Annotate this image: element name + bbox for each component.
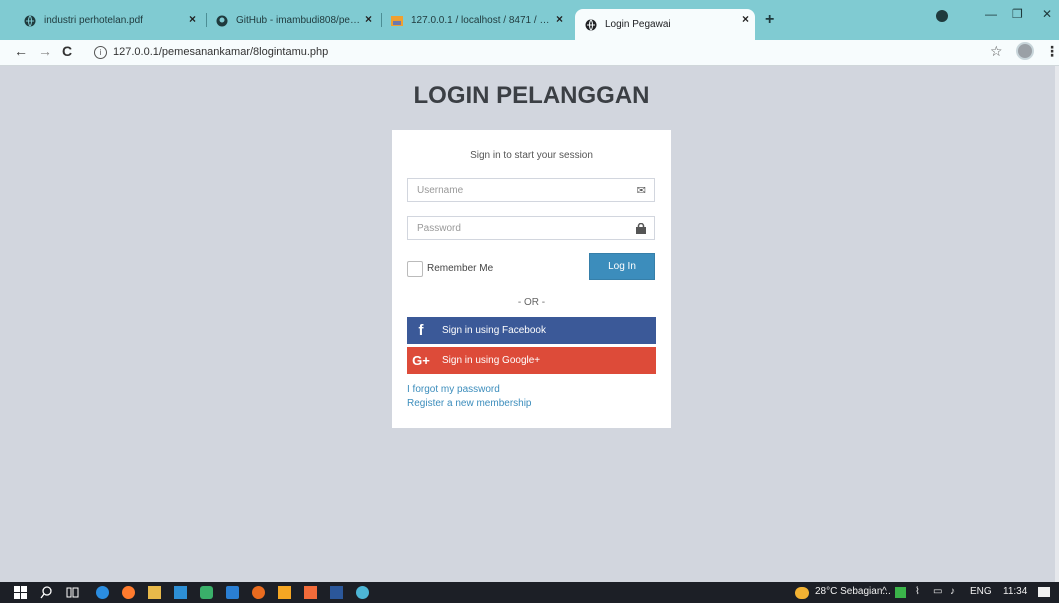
language-indicator[interactable]: ENG xyxy=(970,586,992,597)
weather-text[interactable]: 28°C Sebagian... xyxy=(815,586,891,597)
username-field[interactable]: ✉ xyxy=(407,178,655,202)
or-separator: - OR - xyxy=(517,297,546,308)
tab-search-icon[interactable] xyxy=(936,10,948,22)
url-text: 127.0.0.1/pemesanankamar/8logintamu.php xyxy=(113,46,329,58)
google-signin-button[interactable]: G+ Sign in using Google+ xyxy=(407,347,656,374)
envelope-icon: ✉ xyxy=(636,185,646,197)
store-icon[interactable] xyxy=(174,586,187,599)
facebook-signin-button[interactable]: f Sign in using Facebook xyxy=(407,317,656,344)
google-plus-icon: G+ xyxy=(412,353,430,368)
chrome-alt-icon[interactable] xyxy=(252,586,265,599)
back-arrow-icon[interactable]: ← xyxy=(14,43,28,59)
tab-close-icon[interactable]: × xyxy=(556,12,563,26)
new-tab-button[interactable]: + xyxy=(765,11,774,29)
tab-title: 127.0.0.1 / localhost / 8471 / pemesanan… xyxy=(411,15,553,26)
clock[interactable]: 11:34 xyxy=(1003,586,1027,597)
globe-icon xyxy=(24,15,36,26)
battery-icon[interactable]: ▭ xyxy=(933,586,942,597)
google-signin-label: Sign in using Google+ xyxy=(442,355,541,366)
wifi-icon[interactable]: ⌇ xyxy=(915,586,920,597)
globe-icon xyxy=(585,19,597,30)
tab-title: industri perhotelan.pdf xyxy=(44,15,143,26)
password-input[interactable] xyxy=(408,217,627,239)
remember-me-checkbox[interactable] xyxy=(407,261,423,277)
notification-icon[interactable] xyxy=(1038,587,1050,597)
tab-close-icon[interactable]: × xyxy=(365,12,372,26)
chrome-icon[interactable] xyxy=(356,586,369,599)
file-explorer-icon[interactable] xyxy=(148,586,161,599)
close-window-button[interactable]: ✕ xyxy=(1042,7,1052,21)
tab-close-icon[interactable]: × xyxy=(742,12,749,26)
profile-avatar[interactable] xyxy=(1016,42,1034,60)
task-view-icon[interactable] xyxy=(66,586,79,599)
tab-github[interactable]: GitHub - imambudi808/pemesanankamar × xyxy=(206,9,378,32)
search-icon[interactable] xyxy=(40,586,53,599)
login-box: Sign in to start your session ✉ Remember… xyxy=(392,130,671,428)
address-bar[interactable]: i 127.0.0.1/pemesanankamar/8logintamu.ph… xyxy=(94,43,328,61)
password-field[interactable] xyxy=(407,216,655,240)
gitkraken-icon[interactable] xyxy=(200,586,213,599)
tab-industri-perhotelan[interactable]: industri perhotelan.pdf × xyxy=(14,9,202,32)
reload-icon[interactable]: C xyxy=(62,43,72,59)
tray-chevron-icon[interactable]: ^ xyxy=(882,586,887,597)
menu-kebab-icon[interactable]: ⋮ xyxy=(1045,43,1059,60)
windows-start-icon[interactable] xyxy=(14,586,27,599)
browser-tab-strip: industri perhotelan.pdf × GitHub - imamb… xyxy=(0,0,1059,40)
restore-button[interactable]: ❐ xyxy=(1012,7,1023,21)
scrollbar[interactable] xyxy=(1055,66,1059,582)
tab-close-icon[interactable]: × xyxy=(189,12,196,26)
volume-icon[interactable]: ♪ xyxy=(950,586,955,597)
register-link[interactable]: Register a new membership xyxy=(407,398,532,409)
phpmyadmin-icon xyxy=(391,15,403,26)
browser-toolbar: ← → C i 127.0.0.1/pemesanankamar/8logint… xyxy=(0,40,1059,66)
forgot-password-link[interactable]: I forgot my password xyxy=(407,384,500,395)
tab-title: Login Pegawai xyxy=(605,19,671,30)
bookmark-star-icon[interactable]: ☆ xyxy=(990,43,1003,60)
facebook-signin-label: Sign in using Facebook xyxy=(442,325,546,336)
lock-icon xyxy=(636,223,646,234)
word-icon[interactable] xyxy=(330,586,343,599)
sublime-icon[interactable] xyxy=(278,586,291,599)
tab-login-pegawai[interactable]: Login Pegawai × xyxy=(575,9,755,40)
tab-title: GitHub - imambudi808/pemesanankamar xyxy=(236,15,364,26)
page-title: LOGIN PELANGGAN xyxy=(413,82,650,109)
github-icon xyxy=(216,15,228,26)
info-icon[interactable]: i xyxy=(94,45,107,59)
remember-me-label: Remember Me xyxy=(427,263,494,274)
taskbar: 28°C Sebagian... ^ ⌇ ▭ ♪ ENG 11:34 xyxy=(0,582,1059,603)
vscode-icon[interactable] xyxy=(226,586,239,599)
xampp-icon[interactable] xyxy=(304,586,317,599)
minimize-button[interactable]: — xyxy=(985,7,997,21)
username-input[interactable] xyxy=(408,179,627,201)
login-button[interactable]: Log In xyxy=(589,253,655,280)
weather-icon[interactable] xyxy=(795,587,809,599)
forward-arrow-icon[interactable]: → xyxy=(38,43,52,59)
tray-app-icon[interactable] xyxy=(895,587,906,598)
edge-icon[interactable] xyxy=(96,586,109,599)
login-box-message: Sign in to start your session xyxy=(470,150,593,161)
firefox-icon[interactable] xyxy=(122,586,135,599)
tab-phpmyadmin[interactable]: 127.0.0.1 / localhost / 8471 / pemesanan… xyxy=(381,9,569,32)
facebook-icon: f xyxy=(418,322,424,339)
